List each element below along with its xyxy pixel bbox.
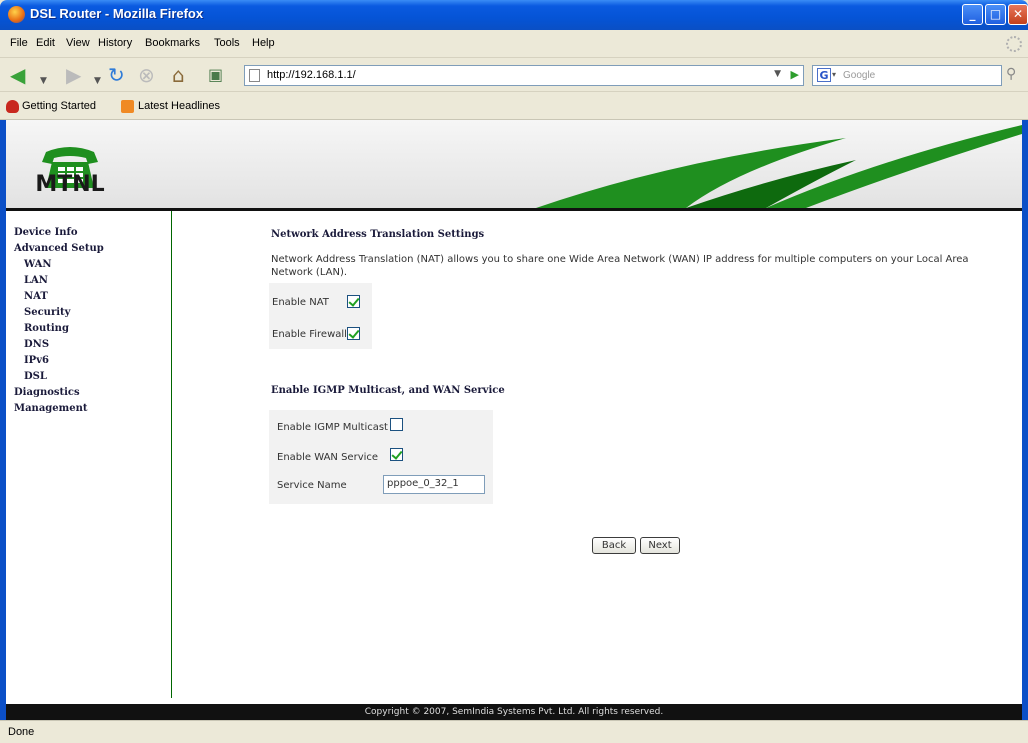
enable-wan-label: Enable WAN Service <box>277 452 379 463</box>
page-content: MTNL Device Info Advanced Setup WAN LAN … <box>0 120 1028 720</box>
enable-igmp-label: Enable IGMP Multicast <box>277 422 388 433</box>
enable-firewall-checkbox[interactable] <box>347 327 360 340</box>
menu-edit[interactable]: Edit <box>36 37 55 49</box>
back-button[interactable]: Back <box>592 537 636 554</box>
minimize-button[interactable]: _ <box>962 4 983 25</box>
sidebar-item-device-info[interactable]: Device Info <box>14 227 78 238</box>
sidebar-item-management[interactable]: Management <box>14 403 88 414</box>
page-icon <box>249 69 260 82</box>
enable-wan-checkbox[interactable] <box>390 448 403 461</box>
sidebar-menu: Device Info Advanced Setup WAN LAN NAT S… <box>6 211 172 698</box>
status-text: Done <box>8 726 35 738</box>
next-button[interactable]: Next <box>640 537 680 554</box>
sidebar-item-advanced-setup[interactable]: Advanced Setup <box>14 243 104 254</box>
menu-history[interactable]: History <box>98 37 132 49</box>
sidebar-item-security[interactable]: Security <box>24 307 70 318</box>
nat-options-panel: Enable NAT Enable Firewall <box>269 283 372 349</box>
service-name-input[interactable]: pppoe_0_32_1 <box>383 475 485 494</box>
status-bar: Done <box>0 720 1028 743</box>
sidebar-item-lan[interactable]: LAN <box>24 275 48 286</box>
back-arrow-icon[interactable]: ◀ <box>10 64 25 86</box>
navigation-toolbar: ◀ ▼ ▶ ▼ ↻ ⊗ ⌂ ▣ http://192.168.1.1/ ▼ ▶ … <box>0 58 1028 92</box>
sidebar-item-routing[interactable]: Routing <box>24 323 69 334</box>
enable-firewall-label: Enable Firewall <box>272 329 347 340</box>
window-title-bar: DSL Router - Mozilla Firefox _ □ ✕ <box>0 0 1028 30</box>
bookmark-getting-started[interactable]: Getting Started <box>22 100 96 112</box>
menu-bar: File Edit View History Bookmarks Tools H… <box>0 30 1028 58</box>
menu-bookmarks[interactable]: Bookmarks <box>145 37 200 49</box>
router-banner: MTNL <box>6 120 1022 211</box>
bookmarks-toolbar: Getting Started Latest Headlines <box>0 92 1028 120</box>
sidebar-item-dns[interactable]: DNS <box>24 339 49 350</box>
forward-dropdown-icon[interactable]: ▼ <box>94 70 101 92</box>
address-bar[interactable]: http://192.168.1.1/ ▼ ▶ <box>244 65 804 86</box>
enable-nat-checkbox[interactable] <box>347 295 360 308</box>
menu-view[interactable]: View <box>66 37 90 49</box>
sidebar-item-ipv6[interactable]: IPv6 <box>24 355 49 366</box>
search-magnifier-icon[interactable]: ⚲ <box>1006 66 1024 85</box>
reload-icon[interactable]: ↻ <box>108 64 125 86</box>
stop-icon[interactable]: ⊗ <box>138 64 155 86</box>
url-history-dropdown-icon[interactable]: ▼ <box>774 69 781 79</box>
nat-description: Network Address Translation (NAT) allows… <box>271 254 969 278</box>
menu-tools[interactable]: Tools <box>214 37 240 49</box>
forward-arrow-icon[interactable]: ▶ <box>66 64 81 86</box>
nat-section-title: Network Address Translation Settings <box>271 229 485 240</box>
getting-started-icon <box>6 100 19 113</box>
sidebar-item-diagnostics[interactable]: Diagnostics <box>14 387 80 398</box>
firefox-icon <box>8 6 25 23</box>
maximize-button[interactable]: □ <box>985 4 1006 25</box>
address-bar-url[interactable]: http://192.168.1.1/ <box>267 69 356 81</box>
sidebar-item-nat[interactable]: NAT <box>24 291 48 302</box>
search-bar[interactable]: G ▾ Google <box>812 65 1002 86</box>
rss-feed-icon <box>121 100 134 113</box>
main-panel: Network Address Translation Settings Net… <box>172 211 1022 698</box>
enable-igmp-checkbox[interactable] <box>390 418 403 431</box>
window-title: DSL Router - Mozilla Firefox <box>30 6 204 21</box>
google-engine-icon[interactable]: G <box>817 68 831 82</box>
enable-nat-label: Enable NAT <box>272 297 329 308</box>
bookmark-latest-headlines[interactable]: Latest Headlines <box>138 100 220 112</box>
mtnl-logo-text: MTNL <box>35 172 105 197</box>
go-arrow-icon[interactable]: ▶ <box>791 68 799 81</box>
menu-file[interactable]: File <box>10 37 28 49</box>
green-swoosh-graphic <box>536 125 1022 208</box>
home-icon[interactable]: ⌂ <box>172 64 185 86</box>
copyright-footer: Copyright © 2007, SemIndia Systems Pvt. … <box>6 704 1022 720</box>
engine-dropdown-icon[interactable]: ▾ <box>832 70 836 79</box>
sidebar-item-dsl[interactable]: DSL <box>24 371 47 382</box>
back-dropdown-icon[interactable]: ▼ <box>40 70 47 92</box>
sidebar-item-wan[interactable]: WAN <box>24 259 52 270</box>
igmp-options-panel: Enable IGMP Multicast Enable WAN Service… <box>269 410 493 504</box>
activity-throbber-icon <box>1006 36 1022 52</box>
igmp-section-title: Enable IGMP Multicast, and WAN Service <box>271 385 505 396</box>
new-tab-icon[interactable]: ▣ <box>208 64 223 86</box>
menu-help[interactable]: Help <box>252 37 275 49</box>
search-placeholder[interactable]: Google <box>843 70 875 81</box>
close-button[interactable]: ✕ <box>1008 4 1028 25</box>
service-name-label: Service Name <box>277 480 347 491</box>
